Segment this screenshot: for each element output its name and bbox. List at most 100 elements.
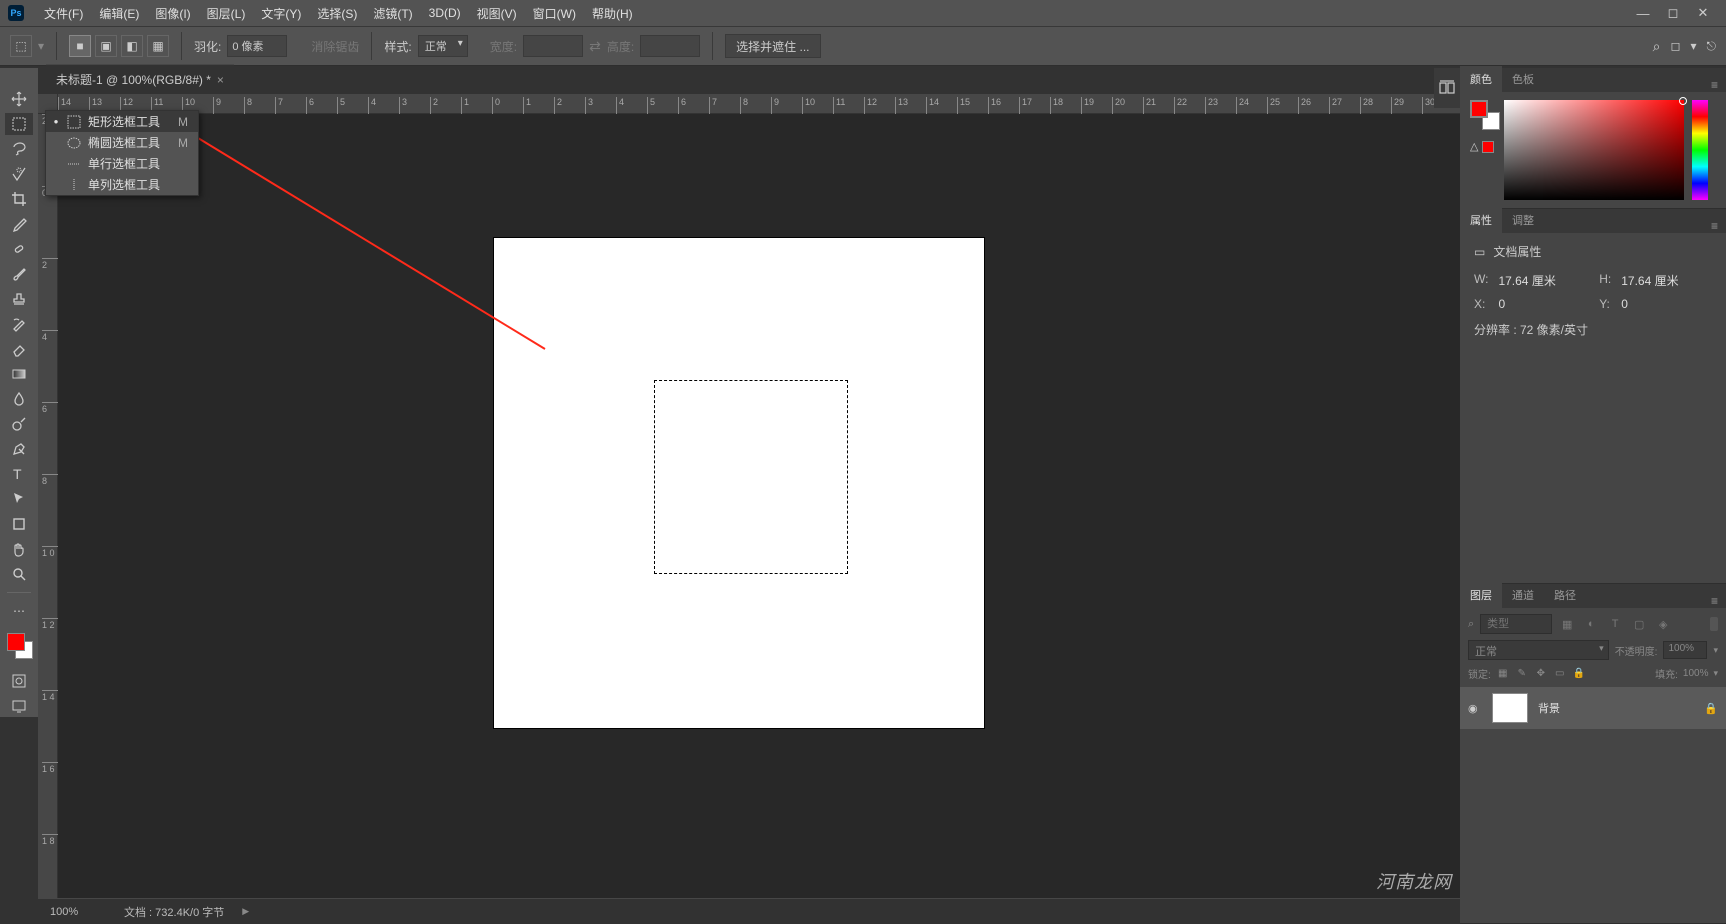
history-brush-tool[interactable] (5, 313, 33, 335)
panel-dock-strip[interactable] (1434, 68, 1460, 108)
menu-view[interactable]: 视图(V) (469, 0, 525, 26)
close-window-button[interactable]: ✕ (1688, 3, 1718, 23)
lasso-tool[interactable] (5, 138, 33, 160)
document-tab[interactable]: 未标题-1 @ 100%(RGB/8#) * × (46, 64, 234, 94)
gamut-swatch[interactable] (1482, 141, 1494, 153)
layer-thumbnail[interactable] (1492, 693, 1528, 723)
zoom-level[interactable]: 100% (50, 906, 106, 918)
healing-tool[interactable] (5, 238, 33, 260)
feather-input[interactable]: 0 像素 (227, 35, 287, 57)
quick-select-tool[interactable] (5, 163, 33, 185)
menu-window[interactable]: 窗口(W) (525, 0, 584, 26)
layers-tab[interactable]: 图层 (1460, 582, 1502, 608)
close-tab-icon[interactable]: × (217, 73, 224, 87)
menu-3d[interactable]: 3D(D) (421, 0, 469, 26)
gamut-warning-icon[interactable]: △ (1470, 140, 1478, 153)
layers-panel-menu-icon[interactable]: ≡ (1703, 594, 1726, 608)
paths-tab[interactable]: 路径 (1544, 582, 1586, 608)
search-icon[interactable]: ⌕ (1653, 38, 1661, 55)
blend-mode-select[interactable]: 正常 (1468, 640, 1609, 660)
lock-pixels-icon[interactable]: ▦ (1496, 667, 1510, 681)
menu-help[interactable]: 帮助(H) (584, 0, 641, 26)
stamp-tool[interactable] (5, 288, 33, 310)
menu-file[interactable]: 文件(F) (36, 0, 91, 26)
lock-icon[interactable]: 🔒 (1704, 702, 1718, 715)
filter-toggle[interactable] (1710, 617, 1718, 631)
panel-fg-swatch[interactable] (1470, 100, 1488, 118)
edit-toolbar-icon[interactable]: ⋯ (5, 600, 33, 622)
zoom-tool[interactable] (5, 563, 33, 585)
history-panel-icon[interactable] (1438, 79, 1456, 97)
lock-paint-icon[interactable]: ✎ (1515, 667, 1529, 681)
flyout-ellipse-marquee[interactable]: 椭圆选框工具 M (46, 132, 198, 153)
gradient-tool[interactable] (5, 363, 33, 385)
flyout-row-marquee[interactable]: 单行选框工具 (46, 153, 198, 174)
filter-shape-icon[interactable]: ▢ (1630, 615, 1648, 633)
sel-add-icon[interactable]: ▣ (95, 35, 117, 57)
selection-marquee[interactable] (654, 380, 848, 574)
type-tool[interactable]: T (5, 463, 33, 485)
screenmode-tool[interactable] (5, 695, 33, 717)
filter-image-icon[interactable]: ▦ (1558, 615, 1576, 633)
move-tool[interactable] (5, 88, 33, 110)
blur-tool[interactable] (5, 388, 33, 410)
ruler-vertical[interactable]: 2024681 01 21 41 61 8 (38, 114, 58, 898)
filter-search-icon[interactable]: ⌕ (1468, 618, 1474, 631)
doc-info[interactable]: 文档 : 732.4K/0 字节 (124, 904, 224, 920)
dodge-tool[interactable] (5, 413, 33, 435)
panel-color-swatches[interactable] (1470, 100, 1496, 126)
hand-tool[interactable] (5, 538, 33, 560)
maximize-button[interactable]: ◻ (1658, 3, 1688, 23)
lock-artboard-icon[interactable]: ▭ (1553, 667, 1567, 681)
swatches-tab[interactable]: 色板 (1502, 66, 1544, 92)
adjustments-tab[interactable]: 调整 (1502, 207, 1544, 233)
menu-select[interactable]: 选择(S) (309, 0, 365, 26)
sel-subtract-icon[interactable]: ◧ (121, 35, 143, 57)
flyout-col-marquee[interactable]: 单列选框工具 (46, 174, 198, 195)
filter-adjust-icon[interactable]: ◐ (1582, 615, 1600, 633)
filter-type-icon[interactable]: T (1606, 615, 1624, 633)
minimize-button[interactable]: — (1628, 3, 1658, 23)
path-select-tool[interactable] (5, 488, 33, 510)
sel-new-icon[interactable]: ■ (69, 35, 91, 57)
color-swatches[interactable] (5, 631, 33, 659)
lock-position-icon[interactable]: ✥ (1534, 667, 1548, 681)
filter-smart-icon[interactable]: ◈ (1654, 615, 1672, 633)
layer-filter-input[interactable] (1480, 614, 1552, 634)
layer-row-background[interactable]: ◉ 背景 🔒 (1460, 687, 1726, 729)
workspace-icon[interactable]: ▾ (1690, 39, 1696, 53)
lock-all-icon[interactable]: 🔒 (1572, 667, 1586, 681)
hue-slider[interactable] (1692, 100, 1708, 200)
sel-intersect-icon[interactable]: ▦ (147, 35, 169, 57)
eyedropper-tool[interactable] (5, 213, 33, 235)
pen-tool[interactable] (5, 438, 33, 460)
menu-image[interactable]: 图像(I) (147, 0, 198, 26)
foreground-swatch[interactable] (7, 633, 25, 651)
channels-tab[interactable]: 通道 (1502, 582, 1544, 608)
swap-wh-icon[interactable]: ⇄ (589, 38, 601, 55)
fill-input[interactable]: 100% (1683, 668, 1709, 679)
color-tab[interactable]: 颜色 (1460, 66, 1502, 92)
menu-filter[interactable]: 滤镜(T) (365, 0, 420, 26)
share-icon[interactable]: ⎋ (1707, 39, 1717, 54)
eraser-tool[interactable] (5, 338, 33, 360)
menu-type[interactable]: 文字(Y) (253, 0, 309, 26)
style-select[interactable]: 正常 (418, 35, 468, 57)
tool-preset-icon[interactable]: ⬚ (10, 35, 32, 57)
props-panel-menu-icon[interactable]: ≡ (1703, 219, 1726, 233)
shape-tool[interactable] (5, 513, 33, 535)
quickmask-tool[interactable] (5, 670, 33, 692)
status-menu-icon[interactable]: ▶ (242, 906, 249, 917)
visibility-icon[interactable]: ◉ (1468, 702, 1482, 715)
color-field[interactable] (1504, 100, 1684, 200)
opacity-input[interactable]: 100% (1663, 641, 1707, 659)
select-and-mask-button[interactable]: 选择并遮住 ... (725, 34, 820, 58)
color-panel-menu-icon[interactable]: ≡ (1703, 78, 1726, 92)
brush-tool[interactable] (5, 263, 33, 285)
layer-name[interactable]: 背景 (1538, 700, 1694, 716)
menu-edit[interactable]: 编辑(E) (91, 0, 147, 26)
frame-icon[interactable]: ◻ (1671, 39, 1681, 53)
menu-layer[interactable]: 图层(L) (199, 0, 254, 26)
ruler-horizontal[interactable]: 1413121110987654321012345678910111213141… (58, 94, 1460, 114)
properties-tab[interactable]: 属性 (1460, 207, 1502, 233)
